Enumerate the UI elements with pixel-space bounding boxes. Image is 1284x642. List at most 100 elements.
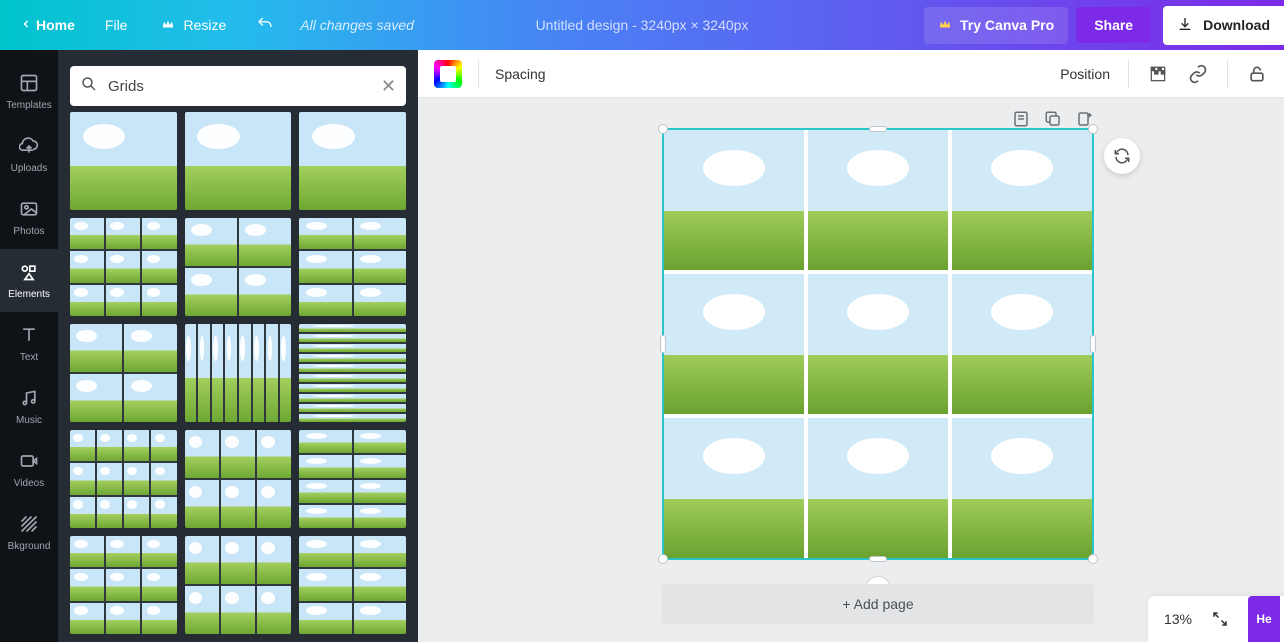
bottom-bar: 13% He bbox=[1148, 596, 1284, 642]
rail-label: Templates bbox=[6, 100, 52, 111]
rail-videos[interactable]: Videos bbox=[0, 438, 58, 501]
canvas-stage[interactable]: + Add page 13% He bbox=[418, 98, 1284, 642]
grid-cell[interactable] bbox=[952, 274, 1092, 414]
search-input[interactable] bbox=[108, 78, 371, 95]
resize-handle-b[interactable] bbox=[869, 556, 887, 562]
grid-cell[interactable] bbox=[808, 274, 948, 414]
grid-cell[interactable] bbox=[808, 130, 948, 270]
duplicate-page-icon[interactable] bbox=[1044, 110, 1062, 128]
rail-templates[interactable]: Templates bbox=[0, 60, 58, 123]
grid-thumb[interactable] bbox=[299, 324, 406, 422]
crown-icon bbox=[938, 17, 952, 34]
crown-icon bbox=[161, 17, 175, 34]
rail-text[interactable]: Text bbox=[0, 312, 58, 375]
add-page-button[interactable]: + Add page bbox=[662, 584, 1094, 624]
grid-cell[interactable] bbox=[664, 418, 804, 558]
grid-thumb[interactable] bbox=[70, 218, 177, 316]
clear-search-icon[interactable]: ✕ bbox=[381, 76, 396, 97]
rail-photos[interactable]: Photos bbox=[0, 186, 58, 249]
resize-handle-tr[interactable] bbox=[1088, 124, 1098, 134]
resize-button[interactable]: Resize bbox=[145, 11, 242, 40]
resize-label: Resize bbox=[183, 17, 226, 33]
grid-thumb[interactable] bbox=[185, 430, 292, 528]
undo-button[interactable] bbox=[244, 9, 286, 42]
search-icon bbox=[80, 75, 98, 98]
top-nav-right: Try Canva Pro Share Download bbox=[924, 6, 1284, 45]
rail-music[interactable]: Music bbox=[0, 375, 58, 438]
home-button[interactable]: Home bbox=[8, 11, 87, 39]
canvas-grid-element[interactable] bbox=[664, 130, 1092, 558]
grid-thumb[interactable] bbox=[70, 324, 177, 422]
grid-cell[interactable] bbox=[952, 418, 1092, 558]
document-title[interactable]: Untitled design - 3240px × 3240px bbox=[536, 17, 749, 33]
zoom-level[interactable]: 13% bbox=[1164, 611, 1192, 627]
grid-thumb[interactable] bbox=[185, 324, 292, 422]
rail-label: Music bbox=[16, 415, 42, 426]
workspace: Templates Uploads Photos Elements Text bbox=[0, 50, 1284, 642]
page-notes-icon[interactable] bbox=[1012, 110, 1030, 128]
resize-handle-bl[interactable] bbox=[658, 554, 668, 564]
grid-thumb[interactable] bbox=[70, 430, 177, 528]
lock-icon[interactable] bbox=[1246, 63, 1268, 85]
rail-label: Uploads bbox=[11, 163, 48, 174]
grid-thumb[interactable] bbox=[70, 536, 177, 634]
grid-cell[interactable] bbox=[952, 130, 1092, 270]
position-button[interactable]: Position bbox=[1060, 66, 1110, 82]
grid-thumb[interactable] bbox=[299, 218, 406, 316]
grid-thumb[interactable] bbox=[299, 430, 406, 528]
top-nav-left: Home File Resize All changes saved bbox=[8, 9, 414, 42]
context-toolbar-right: Position bbox=[1060, 60, 1268, 88]
sync-icon[interactable] bbox=[1104, 138, 1140, 174]
rail-label: Elements bbox=[8, 289, 50, 300]
grid-thumb[interactable] bbox=[185, 112, 292, 210]
elements-icon bbox=[18, 261, 40, 283]
rail-label: Videos bbox=[14, 478, 44, 489]
spacing-button[interactable]: Spacing bbox=[495, 66, 546, 82]
selection-bounds[interactable] bbox=[662, 128, 1094, 560]
share-button[interactable]: Share bbox=[1076, 7, 1151, 43]
download-button[interactable]: Download bbox=[1163, 6, 1284, 45]
search-box: ✕ bbox=[70, 66, 406, 106]
fullscreen-icon[interactable] bbox=[1210, 609, 1230, 629]
try-pro-button[interactable]: Try Canva Pro bbox=[924, 7, 1068, 44]
grid-thumb[interactable] bbox=[185, 218, 292, 316]
rail-background[interactable]: Bkground bbox=[0, 501, 58, 564]
music-icon bbox=[18, 387, 40, 409]
chevron-left-icon bbox=[20, 17, 32, 33]
nav-rail: Templates Uploads Photos Elements Text bbox=[0, 50, 58, 642]
transparency-icon[interactable] bbox=[1147, 63, 1169, 85]
resize-handle-br[interactable] bbox=[1088, 554, 1098, 564]
grid-thumb[interactable] bbox=[299, 112, 406, 210]
page-actions bbox=[1012, 110, 1094, 128]
templates-icon bbox=[18, 72, 40, 94]
toolbar-divider bbox=[1227, 60, 1228, 88]
context-toolbar: Spacing Position bbox=[418, 50, 1284, 98]
link-icon[interactable] bbox=[1187, 63, 1209, 85]
rail-label: Photos bbox=[13, 226, 44, 237]
grid-cell[interactable] bbox=[664, 274, 804, 414]
resize-handle-l[interactable] bbox=[660, 335, 666, 353]
text-icon bbox=[18, 324, 40, 346]
grid-thumb[interactable] bbox=[185, 536, 292, 634]
grid-cell[interactable] bbox=[808, 418, 948, 558]
resize-handle-tl[interactable] bbox=[658, 124, 668, 134]
home-label: Home bbox=[36, 17, 75, 33]
resize-handle-t[interactable] bbox=[869, 126, 887, 132]
color-picker-button[interactable] bbox=[434, 60, 462, 88]
rail-elements[interactable]: Elements bbox=[0, 249, 58, 312]
resize-handle-r[interactable] bbox=[1090, 335, 1096, 353]
rail-label: Text bbox=[20, 352, 38, 363]
help-button[interactable]: He bbox=[1248, 596, 1280, 642]
grid-thumb[interactable] bbox=[299, 536, 406, 634]
grid-cell[interactable] bbox=[664, 130, 804, 270]
top-bar: Home File Resize All changes saved Untit… bbox=[0, 0, 1284, 50]
background-icon bbox=[18, 513, 40, 535]
toolbar-divider bbox=[478, 60, 479, 88]
download-label: Download bbox=[1203, 17, 1270, 33]
grid-results bbox=[70, 112, 406, 642]
videos-icon bbox=[18, 450, 40, 472]
save-status: All changes saved bbox=[300, 17, 414, 33]
grid-thumb[interactable] bbox=[70, 112, 177, 210]
file-menu[interactable]: File bbox=[89, 11, 144, 39]
rail-uploads[interactable]: Uploads bbox=[0, 123, 58, 186]
